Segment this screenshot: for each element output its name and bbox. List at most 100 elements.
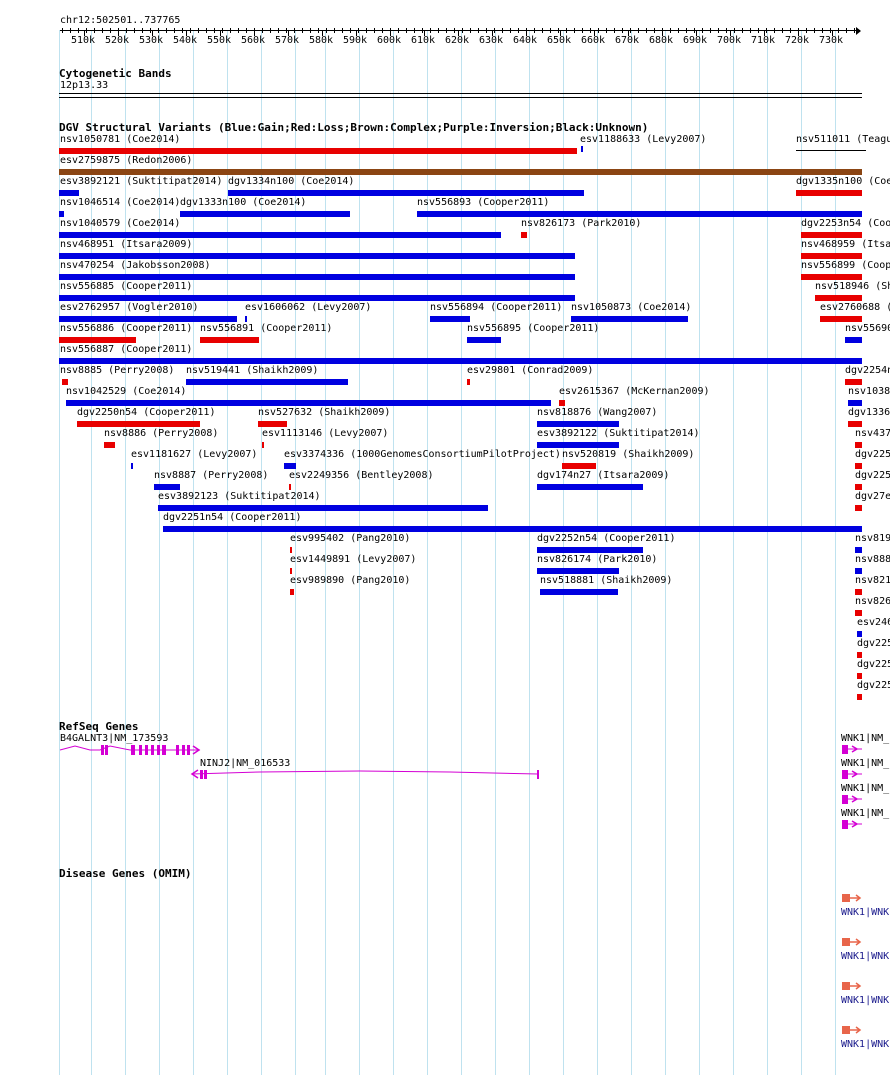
dgv-variant-label[interactable]: nsv556899 (Coop [801,260,890,271]
dgv-variant-bar[interactable] [815,295,862,301]
dgv-variant-bar[interactable] [163,526,862,532]
dgv-variant-label[interactable]: esv2615367 (McKernan2009) [559,386,710,397]
dgv-variant-label[interactable]: dgv2252n54 (Cooper2011) [537,533,675,544]
dgv-variant-bar[interactable] [59,337,136,343]
dgv-variant-bar[interactable] [855,463,862,469]
dgv-variant-label[interactable]: nsv556887 (Cooper2011) [60,344,192,355]
omim-gene-label[interactable]: WNK1|WNK [841,951,889,962]
dgv-variant-bar[interactable] [581,146,583,152]
omim-track-title[interactable]: Disease Genes (OMIM) [59,868,191,880]
dgv-variant-label[interactable]: nsv468959 (Itsa [801,239,890,250]
dgv-variant-bar[interactable] [855,484,862,490]
dgv-variant-label[interactable]: nsv8885 (Perry2008) [60,365,174,376]
dgv-variant-label[interactable]: nsv556895 (Cooper2011) [467,323,599,334]
dgv-variant-label[interactable]: esv2759875 (Redon2006) [60,155,192,166]
dgv-variant-label[interactable]: dgv1333n100 (Coe2014) [180,197,306,208]
dgv-variant-label[interactable]: nsv1050873 (Coe2014) [571,302,691,313]
dgv-variant-bar[interactable] [59,253,575,259]
dgv-variant-bar[interactable] [467,337,501,343]
dgv-variant-label[interactable]: nsv520819 (Shaikh2009) [562,449,694,460]
dgv-variant-bar[interactable] [855,568,862,574]
dgv-variant-label[interactable]: dgv225 [855,449,890,460]
dgv-variant-bar[interactable] [59,169,862,175]
dgv-variant-label[interactable]: dgv27e [855,491,890,502]
refseq-gene-label[interactable]: WNK1|NM_ [841,783,889,794]
omim-gene-label[interactable]: WNK1|WNK [841,1039,889,1050]
dgv-variant-bar[interactable] [284,463,296,469]
dgv-variant-bar[interactable] [228,190,584,196]
dgv-variant-bar[interactable] [66,400,551,406]
dgv-variant-bar[interactable] [521,232,527,238]
dgv-variant-bar[interactable] [537,568,619,574]
dgv-variant-bar[interactable] [537,421,619,427]
dgv-variant-label[interactable]: dgv1334n100 (Coe2014) [228,176,354,187]
dgv-variant-label[interactable]: dgv2254n [845,365,890,376]
refseq-gene-label[interactable]: WNK1|NM_ [841,758,889,769]
dgv-variant-label[interactable]: dgv2251n54 (Cooper2011) [163,512,301,523]
dgv-variant-label[interactable]: nsv819 [855,533,890,544]
dgv-variant-bar[interactable] [855,505,862,511]
dgv-variant-label[interactable]: nsv8887 (Perry2008) [154,470,268,481]
dgv-variant-label[interactable]: esv246 [857,617,890,628]
dgv-variant-bar[interactable] [186,379,348,385]
dgv-variant-label[interactable]: dgv225 [857,638,890,649]
refseq-gene-label[interactable]: NINJ2|NM_016533 [200,758,290,769]
dgv-variant-label[interactable]: esv995402 (Pang2010) [290,533,410,544]
omim-gene-box[interactable] [842,1026,850,1034]
dgv-variant-bar[interactable] [857,673,862,679]
dgv-variant-bar[interactable] [537,547,643,553]
dgv-variant-bar[interactable] [258,421,287,427]
dgv-variant-bar[interactable] [289,484,291,490]
dgv-variant-bar[interactable] [62,379,68,385]
dgv-variant-bar[interactable] [855,547,862,553]
dgv-variant-bar[interactable] [59,190,79,196]
cytoband-track-title[interactable]: Cytogenetic Bands [59,68,172,80]
dgv-variant-bar[interactable] [417,211,862,217]
dgv-variant-label[interactable]: esv3892122 (Suktitipat2014) [537,428,700,439]
refseq-gene-label[interactable]: B4GALNT3|NM_173593 [60,733,168,744]
dgv-variant-bar[interactable] [290,547,292,553]
dgv-variant-label[interactable]: dgv1335n100 (Coe [796,176,890,187]
dgv-variant-bar[interactable] [131,463,133,469]
dgv-variant-bar[interactable] [801,274,862,280]
dgv-variant-bar[interactable] [467,379,470,385]
dgv-variant-label[interactable]: nsv556886 (Cooper2011) [60,323,192,334]
dgv-variant-label[interactable]: nsv1050781 (Coe2014) [60,134,180,145]
dgv-variant-label[interactable]: esv989890 (Pang2010) [290,575,410,586]
dgv-variant-label[interactable]: dgv1336 [848,407,890,418]
dgv-variant-bar[interactable] [857,652,862,658]
dgv-variant-bar[interactable] [571,316,688,322]
dgv-variant-bar[interactable] [59,148,577,154]
dgv-variant-bar[interactable] [158,505,488,511]
dgv-variant-label[interactable]: nsv518946 (Sh [815,281,890,292]
dgv-variant-bar[interactable] [290,589,294,595]
dgv-variant-label[interactable]: nsv556885 (Cooper2011) [60,281,192,292]
dgv-variant-label[interactable]: nsv1038 [848,386,890,397]
omim-gene-label[interactable]: WNK1|WNK [841,995,889,1006]
dgv-variant-label[interactable]: dgv2250n54 (Cooper2011) [77,407,215,418]
dgv-variant-label[interactable]: nsv527632 (Shaikh2009) [258,407,390,418]
dgv-variant-bar[interactable] [820,316,862,322]
dgv-variant-label[interactable]: nsv826 [855,596,890,607]
dgv-variant-label[interactable]: esv3892123 (Suktitipat2014) [158,491,321,502]
dgv-variant-label[interactable]: nsv437 [855,428,890,439]
dgv-variant-label[interactable]: nsv826173 (Park2010) [521,218,641,229]
dgv-variant-label[interactable]: esv3892121 (Suktitipat2014) [60,176,223,187]
dgv-variant-bar[interactable] [59,232,501,238]
dgv-variant-label[interactable]: esv1449891 (Levy2007) [290,554,416,565]
dgv-variant-bar[interactable] [59,316,237,322]
dgv-variant-bar[interactable] [430,316,470,322]
dgv-variant-label[interactable]: nsv826174 (Park2010) [537,554,657,565]
dgv-variant-label[interactable]: nsv55690 [845,323,890,334]
dgv-variant-bar[interactable] [540,589,618,595]
dgv-variant-bar[interactable] [796,150,866,151]
dgv-variant-label[interactable]: nsv1040579 (Coe2014) [60,218,180,229]
dgv-variant-bar[interactable] [855,589,862,595]
dgv-variant-bar[interactable] [262,442,264,448]
dgv-variant-label[interactable]: dgv174n27 (Itsara2009) [537,470,669,481]
dgv-variant-bar[interactable] [855,610,862,616]
dgv-variant-label[interactable]: esv2762957 (Vogler2010) [60,302,198,313]
dgv-variant-bar[interactable] [245,316,247,322]
dgv-variant-label[interactable]: nsv8886 (Perry2008) [104,428,218,439]
dgv-variant-label[interactable]: dgv2253n54 (Coo [801,218,890,229]
